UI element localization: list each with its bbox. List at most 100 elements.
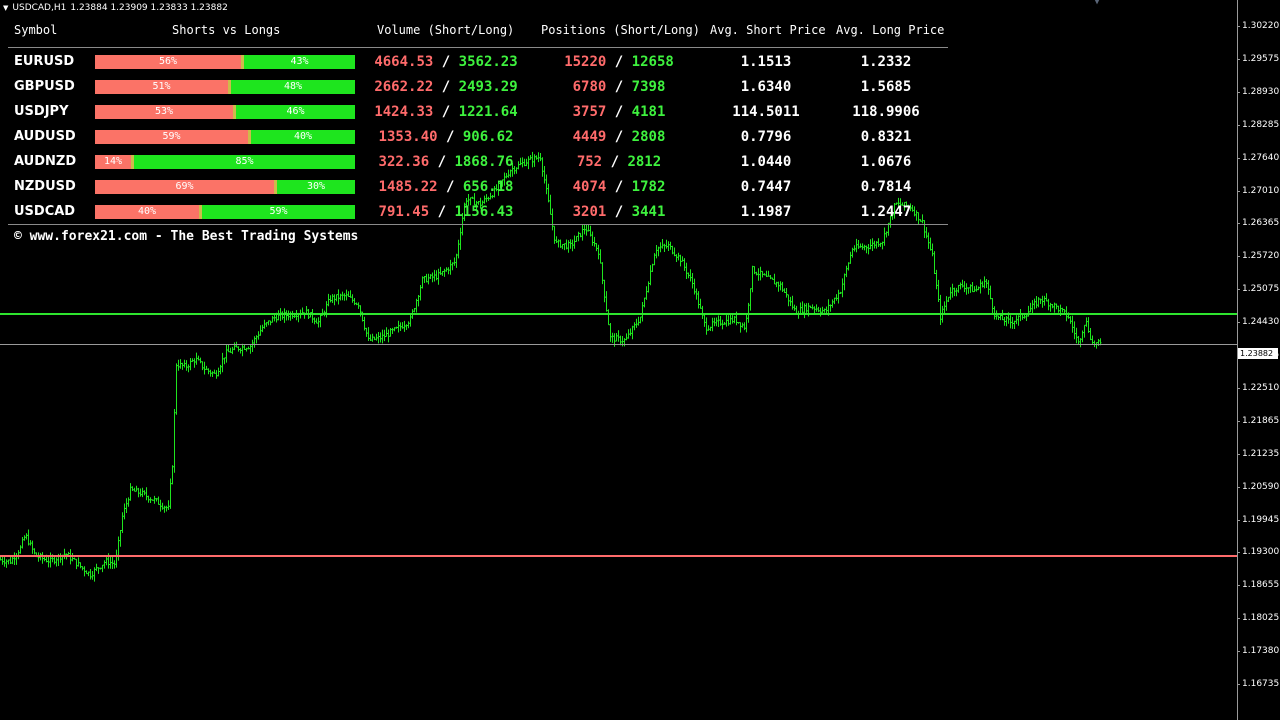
price-tick: 1.21865 [1237, 416, 1280, 428]
avg-long-price: 1.2332 [860, 54, 912, 70]
price-tick: 1.24430 [1237, 317, 1280, 329]
price-tick: 1.22510 [1237, 383, 1280, 395]
price-tick: 1.20590 [1237, 482, 1280, 494]
chevron-down-icon[interactable]: ▼ [1094, 0, 1104, 7]
positions-long: 12658 [631, 54, 674, 70]
positions-long: 3441 [631, 204, 666, 220]
avg-short-price: 0.7796 [740, 129, 792, 145]
long-bar-segment: 59% [202, 205, 355, 219]
avg-short-price: 114.5011 [732, 104, 800, 120]
header-shorts-vs-longs: Shorts vs Longs [172, 23, 281, 37]
long-percent: 30% [306, 181, 326, 192]
sentiment-bar: 40% 59% [95, 205, 355, 219]
avg-short-price: 1.1513 [740, 54, 792, 70]
volume-long: 2493.29 [458, 79, 518, 95]
row-symbol: EURUSD [14, 54, 75, 69]
row-symbol: GBPUSD [14, 79, 75, 94]
long-percent: 85% [235, 156, 254, 167]
volume-short: 322.36 [378, 154, 430, 170]
long-percent: 40% [293, 131, 313, 142]
header-avg-long-price: Avg. Long Price [836, 23, 945, 37]
table-divider [8, 224, 948, 225]
header-symbol: Symbol [14, 23, 58, 37]
avg-long-price: 1.2447 [860, 204, 912, 220]
positions-cell: 15220 / 12658 [564, 54, 674, 70]
avg-long-price: 118.9906 [852, 104, 920, 120]
short-bar-segment: 40% [95, 205, 199, 219]
long-bar-segment: 85% [134, 155, 355, 169]
short-bar-segment: 59% [95, 130, 248, 144]
short-bar-segment: 53% [95, 105, 233, 119]
price-tick: 1.27640 [1237, 153, 1280, 165]
table-row: AUDNZD 14% 85% 322.36 / 1868.76 752 / 2812 1.… [0, 152, 948, 172]
positions-long: 2808 [631, 129, 666, 145]
long-percent: 48% [283, 81, 303, 92]
price-tick: 1.28930 [1237, 87, 1280, 99]
price-tick: 1.21235 [1237, 449, 1280, 461]
positions-long: 2812 [627, 154, 662, 170]
resistance-line[interactable] [0, 313, 1237, 315]
sentiment-bar: 59% 40% [95, 130, 355, 144]
positions-long: 1782 [631, 179, 666, 195]
volume-long: 1156.43 [454, 204, 514, 220]
volume-short: 791.45 [378, 204, 430, 220]
table-row: NZDUSD 69% 30% 1485.22 / 656.18 4074 / 1782 0… [0, 177, 948, 197]
price-tick: 1.26365 [1237, 218, 1280, 230]
bid-price-line [0, 344, 1237, 345]
volume-cell: 2662.22 / 2493.29 [374, 79, 518, 95]
support-line[interactable] [0, 555, 1237, 557]
positions-short: 3201 [572, 204, 607, 220]
short-percent: 40% [137, 206, 157, 217]
current-price-marker: 1.23882 [1238, 348, 1278, 359]
row-symbol: USDCAD [14, 204, 76, 219]
chart-header: ▼ USDCAD,H1 1.23884 1.23909 1.23833 1.23… [3, 1, 228, 15]
chart-ohlc-values: 1.23884 1.23909 1.23833 1.23882 [70, 3, 228, 13]
volume-long: 1868.76 [454, 154, 514, 170]
volume-cell: 1424.33 / 1221.64 [374, 104, 518, 120]
avg-short-price: 0.7447 [740, 179, 792, 195]
volume-long: 1221.64 [458, 104, 518, 120]
price-tick: 1.25720 [1237, 251, 1280, 263]
positions-short: 3757 [572, 104, 607, 120]
table-row: USDCAD 40% 59% 791.45 / 1156.43 3201 / 3441 1… [0, 202, 948, 222]
row-symbol: USDJPY [14, 104, 69, 119]
volume-short: 4664.53 [374, 54, 434, 70]
price-tick: 1.17380 [1237, 646, 1280, 658]
collapse-triangle-icon[interactable]: ▼ [3, 4, 8, 12]
table-row: GBPUSD 51% 48% 2662.22 / 2493.29 6780 / 7398… [0, 77, 948, 97]
price-tick: 1.18655 [1237, 580, 1280, 592]
table-row: EURUSD 56% 43% 4664.53 / 3562.23 15220 / 126… [0, 52, 948, 72]
positions-short: 752 [576, 154, 603, 170]
positions-cell: 6780 / 7398 [572, 79, 666, 95]
chart-symbol-timeframe: USDCAD,H1 [12, 3, 67, 13]
price-tick: 1.19300 [1237, 547, 1280, 559]
short-bar-segment: 56% [95, 55, 241, 69]
volume-long: 906.62 [462, 129, 514, 145]
row-symbol: AUDNZD [14, 154, 77, 169]
sentiment-bar: 69% 30% [95, 180, 355, 194]
avg-short-price: 1.6340 [740, 79, 792, 95]
volume-cell: 1353.40 / 906.62 [378, 129, 514, 145]
long-percent: 46% [286, 106, 305, 117]
sentiment-bar: 56% 43% [95, 55, 355, 69]
short-percent: 59% [162, 131, 181, 142]
short-percent: 14% [103, 156, 123, 167]
volume-short: 2662.22 [374, 79, 434, 95]
avg-long-price: 0.8321 [860, 129, 912, 145]
sentiment-bar: 51% 48% [95, 80, 355, 94]
row-symbol: AUDUSD [14, 129, 76, 144]
volume-short: 1424.33 [374, 104, 434, 120]
positions-cell: 4449 / 2808 [572, 129, 666, 145]
avg-long-price: 0.7814 [860, 179, 912, 195]
positions-short: 6780 [572, 79, 607, 95]
positions-cell: 752 / 2812 [576, 154, 662, 170]
volume-long: 3562.23 [458, 54, 518, 70]
long-bar-segment: 46% [236, 105, 355, 119]
sentiment-bar: 14% 85% [95, 155, 355, 169]
price-tick: 1.27010 [1237, 186, 1280, 198]
long-bar-segment: 30% [277, 180, 355, 194]
volume-cell: 1485.22 / 656.18 [378, 179, 514, 195]
positions-short: 4449 [572, 129, 607, 145]
price-tick: 1.29575 [1237, 54, 1280, 66]
header-divider [8, 47, 948, 48]
